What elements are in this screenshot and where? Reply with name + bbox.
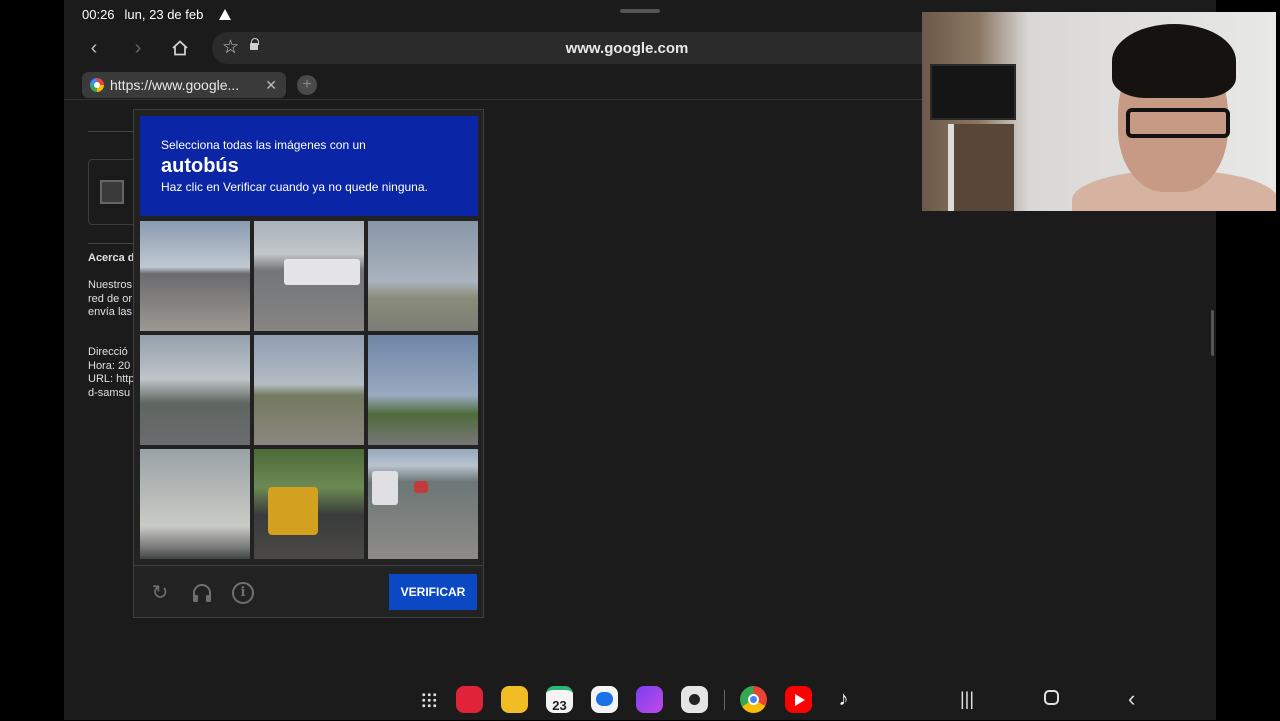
image-tile[interactable]: [368, 221, 478, 331]
verify-button[interactable]: VERIFICAR: [389, 574, 477, 610]
home-nav-icon[interactable]: [1044, 690, 1059, 705]
door-image: [948, 124, 1014, 211]
home-icon[interactable]: [168, 36, 192, 60]
image-tile[interactable]: [254, 335, 364, 445]
target-object: autobús: [161, 155, 239, 177]
url-text: www.google.com: [565, 40, 689, 57]
recaptcha-challenge: Selecciona todas las imágenes con un aut…: [133, 109, 484, 618]
person-hair: [1112, 24, 1236, 98]
image-tile[interactable]: [368, 335, 478, 445]
calendar-app-icon[interactable]: 23: [546, 686, 573, 713]
glasses: [1126, 108, 1230, 138]
instruction-line: Selecciona todas las imágenes con un: [161, 138, 366, 152]
tab-title: https://www.google...: [110, 77, 240, 93]
youtube-app-icon[interactable]: [785, 686, 812, 713]
status-bar: 00:26 lun, 23 de feb: [82, 7, 232, 22]
image-grid: [140, 221, 478, 559]
image-tile[interactable]: [140, 449, 250, 559]
back-icon[interactable]: ‹: [82, 36, 106, 60]
browser-app-icon[interactable]: [636, 686, 663, 713]
camera-app-icon[interactable]: [681, 686, 708, 713]
files-app-icon[interactable]: [501, 686, 528, 713]
request-info-paragraph: Direcció Hora: 20 URL: http d-samsu: [88, 346, 135, 399]
recent-apps-icon[interactable]: |||: [960, 689, 974, 710]
challenge-footer: ↻ i VERIFICAR: [134, 565, 483, 617]
scrollbar[interactable]: [1211, 310, 1214, 356]
about-paragraph: Nuestros red de or envía las: [88, 279, 133, 318]
messages-app-icon[interactable]: [591, 686, 618, 713]
chrome-app-icon[interactable]: [740, 686, 767, 713]
about-heading: Acerca d: [88, 252, 135, 264]
image-tile[interactable]: [140, 221, 250, 331]
instruction-hint: Haz clic en Verificar cuando ya no quede…: [161, 180, 428, 194]
bus-image: [372, 471, 398, 505]
close-tab-icon[interactable]: ✕: [265, 77, 277, 94]
image-tile[interactable]: [368, 449, 478, 559]
left-letterbox: [0, 0, 64, 720]
red-notes-app-icon[interactable]: [456, 686, 483, 713]
image-tile[interactable]: [254, 449, 364, 559]
recaptcha-checkbox[interactable]: [100, 180, 124, 204]
google-favicon-icon: [90, 78, 104, 92]
window-drag-handle[interactable]: [620, 9, 660, 13]
headphones-icon[interactable]: [191, 582, 213, 604]
info-icon[interactable]: i: [232, 582, 254, 604]
school-bus-image: [268, 487, 318, 535]
tiktok-app-icon[interactable]: ♪: [830, 686, 857, 713]
clock: 00:26: [82, 7, 115, 22]
warning-icon: [219, 9, 232, 20]
car-image: [414, 481, 428, 493]
tab-google[interactable]: https://www.google... ✕: [82, 72, 286, 98]
taskbar: 23 ♪ ||| ‹: [64, 680, 1216, 720]
app-drawer-icon[interactable]: [421, 692, 437, 708]
date: lun, 23 de feb: [124, 7, 204, 22]
image-tile[interactable]: [140, 335, 250, 445]
reload-icon[interactable]: ↻: [149, 582, 171, 604]
bus-image: [284, 259, 360, 285]
image-tile[interactable]: [254, 221, 364, 331]
challenge-header: Selecciona todas las imágenes con un aut…: [140, 116, 478, 216]
forward-icon[interactable]: ›: [126, 36, 150, 60]
tv-image: [930, 64, 1016, 120]
dock-separator: [724, 690, 725, 710]
new-tab-button[interactable]: +: [297, 75, 317, 95]
webcam-overlay: [922, 12, 1276, 211]
back-nav-icon[interactable]: ‹: [1128, 686, 1135, 712]
